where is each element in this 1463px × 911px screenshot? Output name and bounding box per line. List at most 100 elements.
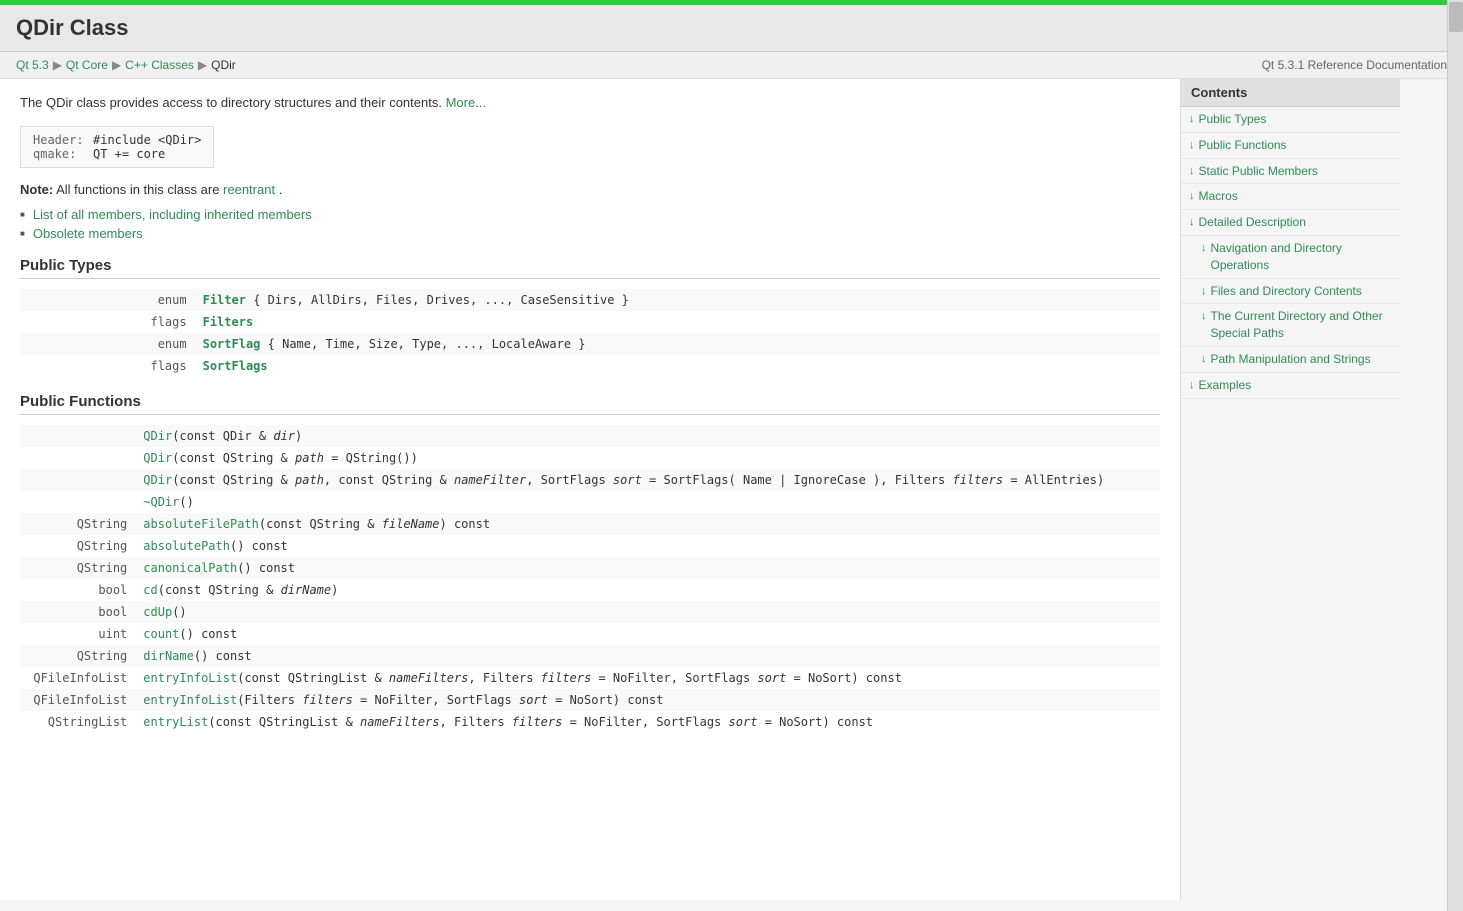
sidebar: Contents ↓ Public Types ↓ Public Functio… [1180,79,1400,900]
cd-link[interactable]: cd [143,583,157,597]
table-row: bool cdUp() [20,601,1160,623]
cell-func: SortFlag { Name, Time, Size, Type, ..., … [195,333,1160,355]
absolutepath-link[interactable]: absolutePath [143,539,230,553]
entryinfolist1-link[interactable]: entryInfoList [143,671,237,685]
table-row: ~QDir() [20,491,1160,513]
sidebar-link-static-public-members[interactable]: Static Public Members [1199,163,1318,180]
public-functions-header: Public Functions [20,393,1160,415]
breadcrumb-cppclasses[interactable]: C++ Classes [125,58,194,72]
qdir-dtor-link[interactable]: ~QDir [143,495,179,509]
table-row: uint count() const [20,623,1160,645]
arrow-icon: ↓ [1201,310,1207,322]
intro-paragraph: The QDir class provides access to direct… [20,95,1160,110]
table-row: QFileInfoList entryInfoList(const QStrin… [20,667,1160,689]
func-cell: entryList(const QStringList & nameFilter… [135,711,1160,733]
qmake-value: QT += core [93,147,165,161]
cell-func: Filter { Dirs, AllDirs, Files, Drives, .… [195,289,1160,311]
entrylist-link[interactable]: entryList [143,715,208,729]
table-row: enum Filter { Dirs, AllDirs, Files, Driv… [20,289,1160,311]
cell-keyword: flags [20,311,195,333]
count-link[interactable]: count [143,627,179,641]
sidebar-header: Contents [1181,79,1400,107]
sidebar-link-current-dir[interactable]: The Current Directory and Other Special … [1211,308,1393,342]
func-cell: absoluteFilePath(const QString & fileNam… [135,513,1160,535]
scrollbar-thumb[interactable] [1449,2,1463,32]
table-row: QString dirName() const [20,645,1160,667]
type-cell: QString [20,557,135,579]
note-text: All functions in this class are [56,182,223,197]
func-cell: ~QDir() [135,491,1160,513]
breadcrumb-qt53[interactable]: Qt 5.3 [16,58,49,72]
sidebar-item-navigation[interactable]: ↓ Navigation and Directory Operations [1181,236,1400,279]
sidebar-item-macros[interactable]: ↓ Macros [1181,184,1400,210]
func-cell: QDir(const QString & path, const QString… [135,469,1160,491]
page-title: QDir Class [16,15,1447,41]
func-cell: dirName() const [135,645,1160,667]
sidebar-item-detailed-description[interactable]: ↓ Detailed Description [1181,210,1400,236]
cell-keyword: enum [20,333,195,355]
type-cell: QString [20,535,135,557]
breadcrumb-sep-2: ▶ [112,58,121,72]
canonicalpath-link[interactable]: canonicalPath [143,561,237,575]
breadcrumb-qtcore[interactable]: Qt Core [66,58,108,72]
table-row: QStringList entryList(const QStringList … [20,711,1160,733]
table-row: QDir(const QDir & dir) [20,425,1160,447]
more-link[interactable]: More... [446,95,486,110]
breadcrumb-bar: Qt 5.3 ▶ Qt Core ▶ C++ Classes ▶ QDir Qt… [0,52,1463,79]
cdup-link[interactable]: cdUp [143,605,172,619]
filter-link[interactable]: Filter [203,293,246,307]
note-end: . [279,182,283,197]
cell-keyword: enum [20,289,195,311]
main-layout: The QDir class provides access to direct… [0,79,1463,900]
sidebar-link-public-functions[interactable]: Public Functions [1199,137,1287,154]
header-value: #include <QDir> [93,133,201,147]
reentrant-link[interactable]: reentrant [223,182,275,197]
func-cell: absolutePath() const [135,535,1160,557]
sortflag-link[interactable]: SortFlag [203,337,261,351]
header-label: Header: [33,133,85,147]
sidebar-link-navigation[interactable]: Navigation and Directory Operations [1211,240,1393,274]
func-cell: QDir(const QString & path = QString()) [135,447,1160,469]
sidebar-item-public-functions[interactable]: ↓ Public Functions [1181,133,1400,159]
entryinfolist2-link[interactable]: entryInfoList [143,693,237,707]
scrollbar[interactable] [1447,0,1463,911]
sidebar-link-macros[interactable]: Macros [1199,188,1238,205]
filters-link[interactable]: Filters [203,315,254,329]
absolutefilepath-link[interactable]: absoluteFilePath [143,517,259,531]
sortflags-link[interactable]: SortFlags [203,359,268,373]
arrow-icon: ↓ [1201,285,1207,297]
public-functions-table: QDir(const QDir & dir) QDir(const QStrin… [20,425,1160,733]
type-cell: QString [20,513,135,535]
table-row: bool cd(const QString & dirName) [20,579,1160,601]
sidebar-item-examples[interactable]: ↓ Examples [1181,373,1400,399]
sidebar-link-examples[interactable]: Examples [1199,377,1252,394]
sidebar-item-current-dir[interactable]: ↓ The Current Directory and Other Specia… [1181,304,1400,347]
arrow-icon: ↓ [1189,379,1195,391]
qdir-ctor3-link[interactable]: QDir [143,473,172,487]
qdir-ctor2-link[interactable]: QDir [143,451,172,465]
sidebar-link-detailed-description[interactable]: Detailed Description [1199,214,1306,231]
type-cell [20,491,135,513]
sidebar-item-static-public-members[interactable]: ↓ Static Public Members [1181,159,1400,185]
all-members-link[interactable]: List of all members, including inherited… [33,207,312,222]
qdir-ctor1-link[interactable]: QDir [143,429,172,443]
obsolete-link[interactable]: Obsolete members [33,226,143,241]
sidebar-link-public-types[interactable]: Public Types [1199,111,1267,128]
sidebar-item-public-types[interactable]: ↓ Public Types [1181,107,1400,133]
cell-func: SortFlags [195,355,1160,377]
arrow-icon: ↓ [1189,216,1195,228]
table-row: QDir(const QString & path = QString()) [20,447,1160,469]
func-cell: entryInfoList(Filters filters = NoFilter… [135,689,1160,711]
sidebar-item-path-manipulation[interactable]: ↓ Path Manipulation and Strings [1181,347,1400,373]
page-header: QDir Class [0,5,1463,52]
arrow-icon: ↓ [1189,113,1195,125]
note-label: Note: [20,182,53,197]
arrow-icon: ↓ [1201,242,1207,254]
sidebar-item-files[interactable]: ↓ Files and Directory Contents [1181,279,1400,305]
dirname-link[interactable]: dirName [143,649,194,663]
arrow-icon: ↓ [1189,139,1195,151]
sidebar-link-files[interactable]: Files and Directory Contents [1211,283,1362,300]
sidebar-link-path-manipulation[interactable]: Path Manipulation and Strings [1211,351,1371,368]
table-row: QString canonicalPath() const [20,557,1160,579]
table-row: QDir(const QString & path, const QString… [20,469,1160,491]
